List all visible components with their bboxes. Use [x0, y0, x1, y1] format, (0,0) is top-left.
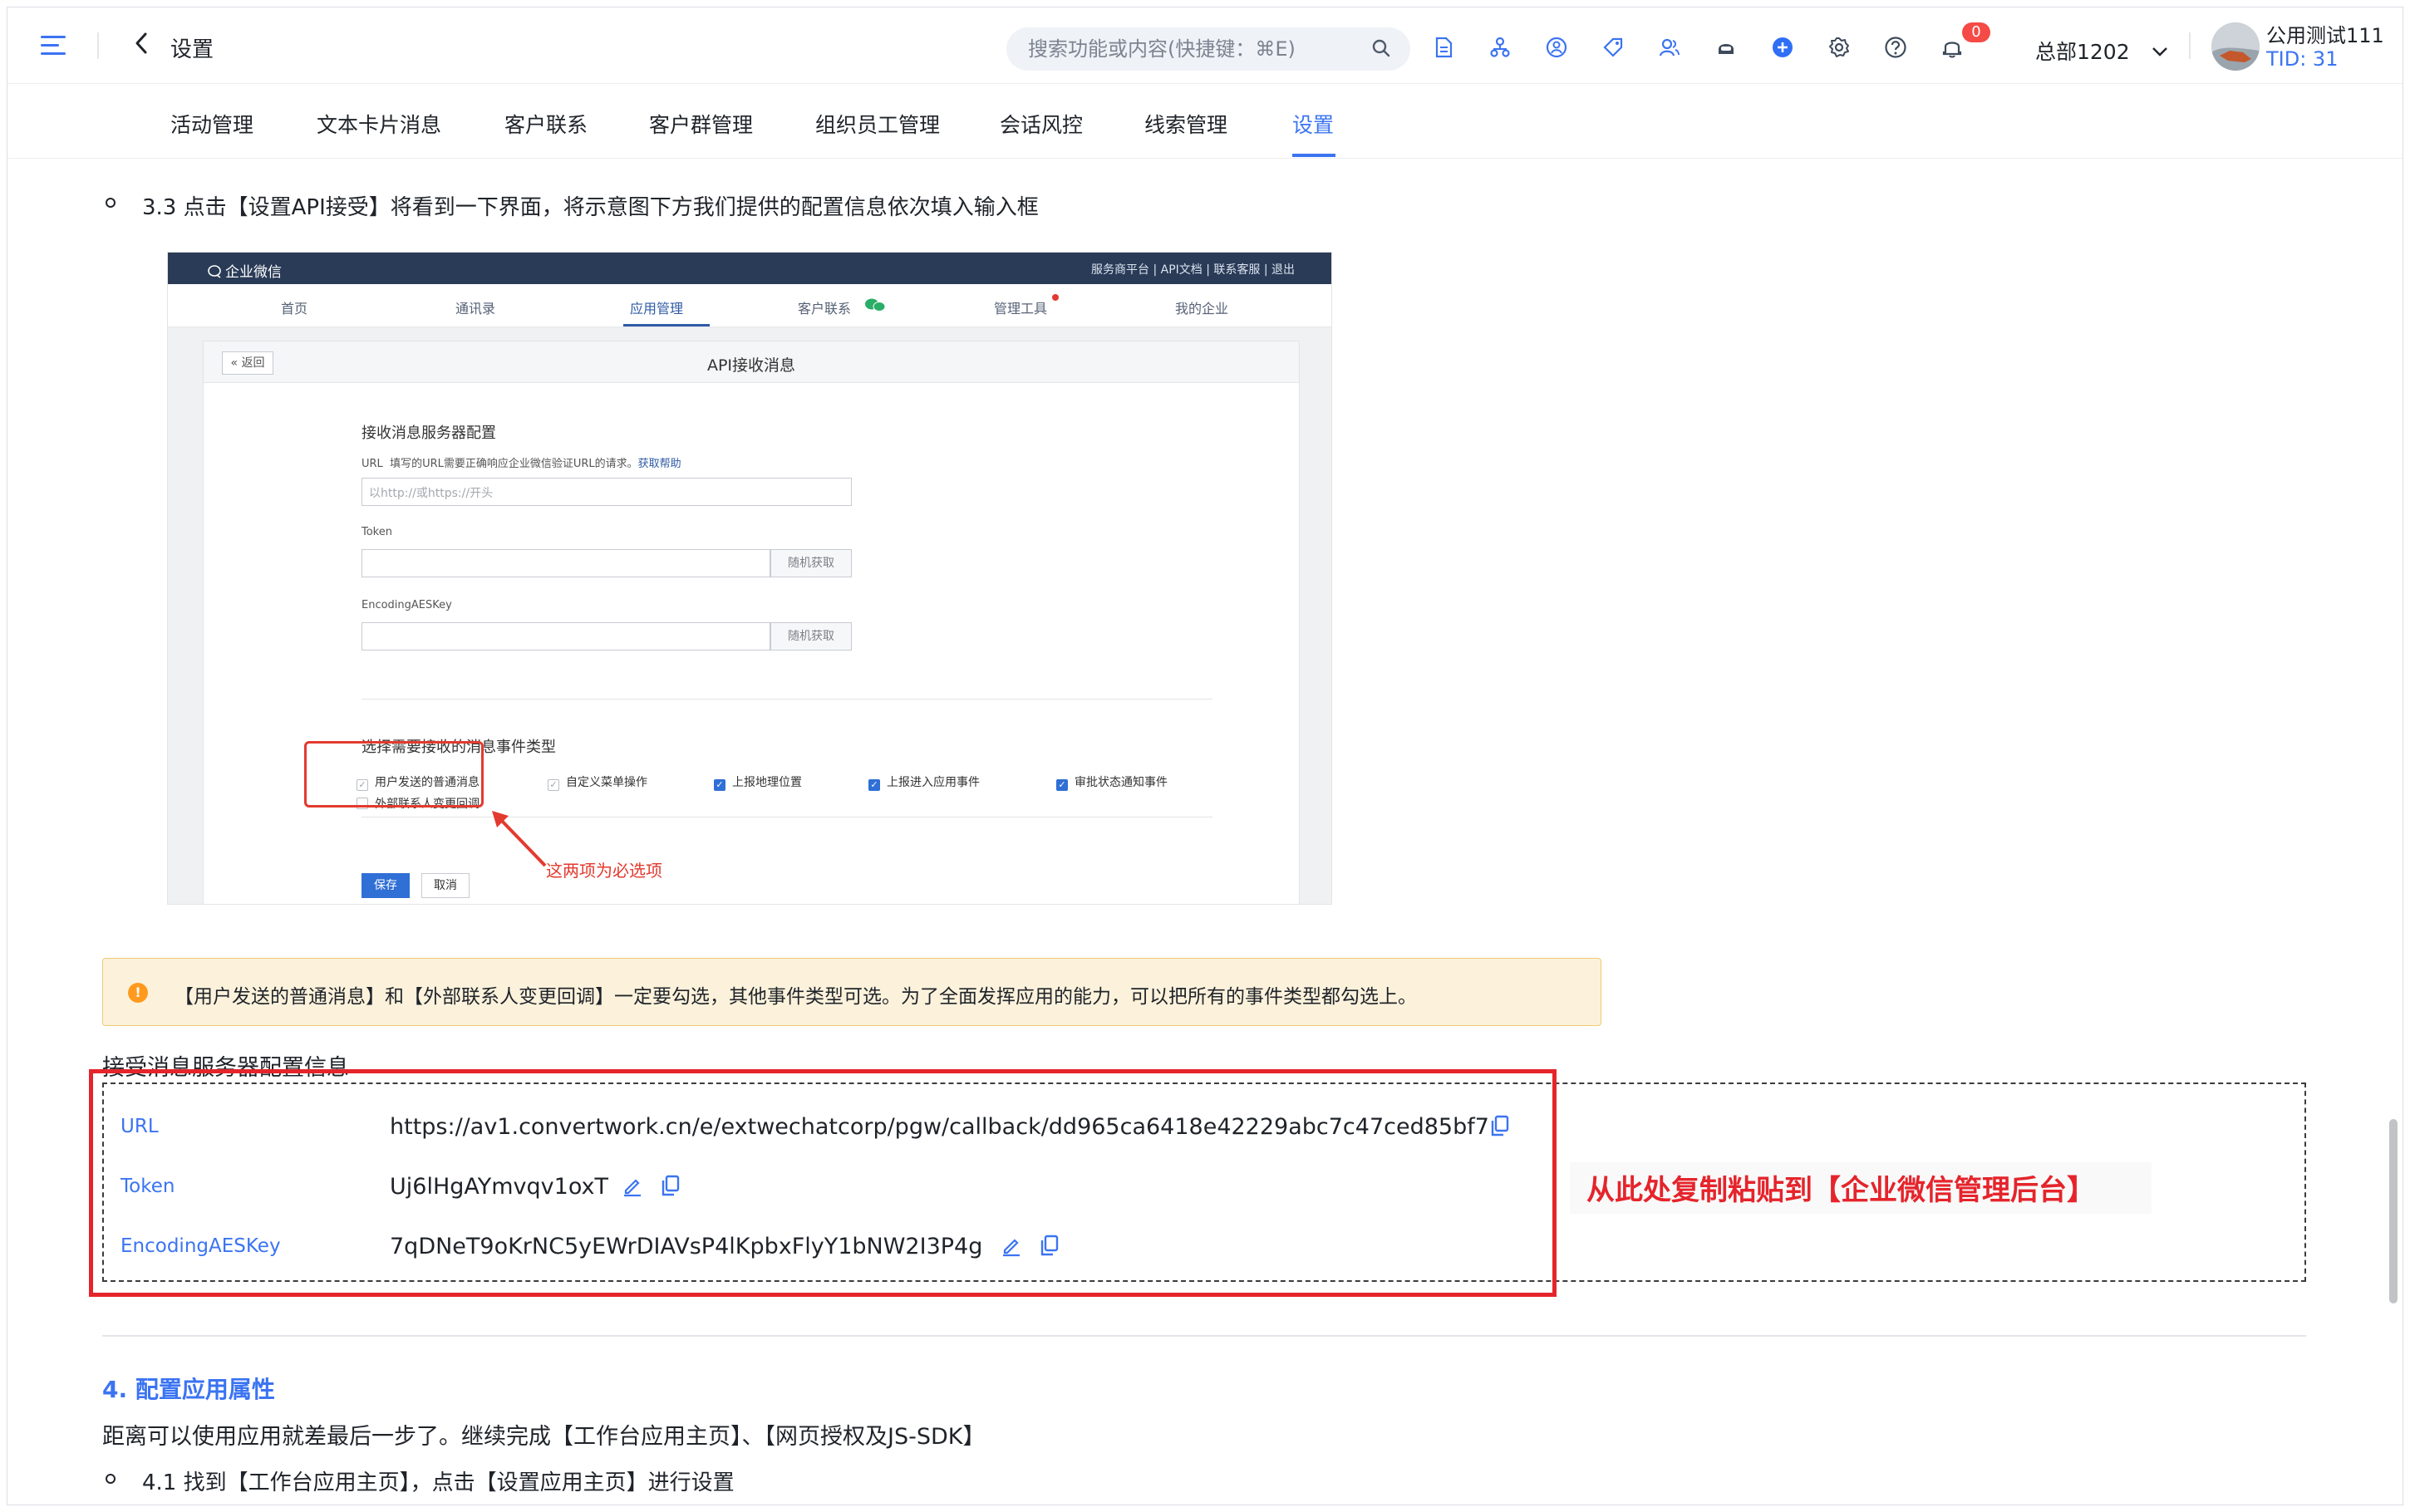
nav-item-risk-control[interactable]: 会话风控 — [1000, 109, 1083, 139]
config-token-value[interactable]: Uj6lHgAYmvqv1oxT — [390, 1174, 608, 1200]
divider — [2189, 32, 2191, 59]
notification-badge: 0 — [1962, 22, 1990, 42]
config-aes-label: EncodingAESKey — [120, 1235, 281, 1257]
edit-icon[interactable] — [621, 1174, 644, 1197]
copy-icon[interactable] — [1038, 1234, 1061, 1257]
tag-icon[interactable] — [1601, 36, 1625, 59]
plus-circle-icon[interactable] — [1771, 36, 1794, 59]
account-info[interactable]: 公用测试111 TID: 31 — [2266, 24, 2384, 71]
wework-server-config-title: 接收消息服务器配置 — [362, 425, 496, 442]
wework-active-indicator — [623, 324, 710, 326]
wework-event-checkbox: ✓ 审批状态通知事件 — [1056, 773, 1168, 791]
step-4-1-text: 4.1 找到【工作台应用主页】，点击【设置应用主页】进行设置 — [142, 1470, 735, 1495]
wework-url-label: URL 填写的URL需要正确响应企业微信验证URL的请求。获取帮助 — [362, 458, 681, 470]
org-icon[interactable] — [1488, 36, 1512, 59]
section-4-text: 距离可以使用应用就差最后一步了。继续完成【工作台应用主页】、【网页授权及JS-S… — [102, 1424, 986, 1450]
wechat-icon — [865, 298, 886, 312]
edit-icon[interactable] — [1000, 1234, 1023, 1257]
nav-item-settings[interactable]: 设置 — [1292, 109, 1334, 139]
arrow-icon — [492, 811, 547, 867]
nav-item-leads[interactable]: 线索管理 — [1144, 109, 1227, 139]
scrollbar[interactable] — [2389, 1119, 2398, 1303]
wework-save-button: 保存 — [362, 873, 410, 898]
wework-screenshot: 企业微信 服务商平台 | API文档 | 联系客服 | 退出 首页 通讯录 应用… — [167, 252, 1332, 905]
menu-icon[interactable] — [41, 34, 69, 57]
list-bullet — [106, 1474, 116, 1484]
nav-item-text-card[interactable]: 文本卡片消息 — [317, 109, 441, 139]
avatar[interactable] — [2211, 22, 2260, 71]
search-icon[interactable] — [1372, 39, 1390, 57]
gear-icon[interactable] — [1827, 36, 1851, 59]
bell-icon[interactable] — [1940, 36, 1964, 59]
red-dot-icon — [1052, 294, 1059, 301]
org-name: 总部1202 — [2035, 40, 2130, 64]
config-aes-value[interactable]: 7qDNeT9oKrNC5yEWrDIAVsP4lKpbxFlyY1bNW2I3… — [390, 1234, 982, 1259]
org-switcher[interactable]: 总部1202 — [2035, 36, 2168, 66]
copy-icon[interactable] — [1488, 1114, 1512, 1137]
divider — [97, 32, 99, 59]
wework-card-title: API接收消息 — [706, 356, 796, 375]
wework-token-input — [362, 549, 770, 577]
wework-nav: 首页 通讯录 应用管理 客户联系 管理工具 我的企业 — [168, 284, 1331, 327]
copy-callout: 从此处复制粘贴到【企业微信管理后台】 — [1586, 1174, 2095, 1207]
wework-logo: 企业微信 — [208, 260, 282, 281]
section-4-title: 4. 配置应用属性 — [102, 1376, 275, 1403]
account-name: 公用测试111 — [2266, 24, 2384, 47]
alert-text: 【用户发送的普通消息】和【外部联系人变更回调】一定要勾选，其他事件类型可选。为了… — [175, 986, 1417, 1008]
warning-icon: ! — [128, 983, 148, 1003]
wework-tab-enterprise: 我的企业 — [1175, 301, 1229, 317]
divider — [102, 1335, 2306, 1337]
required-note: 这两项为必选项 — [546, 861, 662, 881]
wework-tab-apps: 应用管理 — [630, 301, 684, 317]
wework-event-checkbox: ✓ 上报进入应用事件 — [868, 773, 980, 791]
wework-tab-tools: 管理工具 — [994, 301, 1048, 317]
required-highlight-box — [304, 741, 484, 808]
robot-icon[interactable] — [1714, 36, 1738, 59]
chevron-down-icon — [2152, 47, 2167, 56]
search-input[interactable] — [1028, 34, 1360, 64]
wework-event-checkbox: ✓ 上报地理位置 — [714, 773, 802, 791]
active-tab-indicator — [1292, 154, 1335, 157]
copy-highlight-box — [89, 1069, 1557, 1297]
wework-url-input: 以http://或https://开头 — [362, 478, 852, 506]
wework-top-links: 服务商平台 | API文档 | 联系客服 | 退出 — [1091, 263, 1295, 277]
wework-token-random-button: 随机获取 — [770, 549, 852, 577]
config-token-label: Token — [120, 1176, 175, 1197]
back-icon[interactable] — [132, 31, 150, 62]
file-icon[interactable] — [1432, 36, 1455, 59]
config-url-label: URL — [120, 1116, 159, 1137]
copy-icon[interactable] — [659, 1174, 682, 1197]
page-title: 设置 — [170, 37, 214, 62]
wework-api-card: « 返回 API接收消息 接收消息服务器配置 URL 填写的URL需要正确响应企… — [203, 341, 1300, 904]
wework-aeskey-label: EncodingAESKey — [362, 599, 452, 611]
wework-token-label: Token — [362, 526, 392, 538]
nav-item-activity[interactable]: 活动管理 — [170, 109, 253, 139]
wework-header: 企业微信 服务商平台 | API文档 | 联系客服 | 退出 — [168, 253, 1331, 284]
wework-tab-contacts: 通讯录 — [455, 301, 496, 317]
top-bar: 设置 0 总部1202 公用测试111 TID: 31 — [7, 7, 2403, 84]
app-window: 设置 0 总部1202 公用测试111 TID: 31 活动管理 文 — [7, 7, 2403, 1505]
wework-aeskey-random-button: 随机获取 — [770, 622, 852, 650]
compass-icon[interactable] — [1545, 36, 1568, 59]
list-bullet — [106, 198, 116, 208]
divider — [362, 699, 1212, 700]
doc-content: 3.3 点击【设置API接受】将看到一下界面，将示意图下方我们提供的配置信息依次… — [7, 159, 2403, 1505]
wework-cancel-button: 取消 — [421, 873, 470, 898]
nav-item-org-staff[interactable]: 组织员工管理 — [815, 109, 940, 139]
wework-tab-home: 首页 — [281, 301, 308, 317]
main-nav: 活动管理 文本卡片消息 客户联系 客户群管理 组织员工管理 会话风控 线索管理 … — [7, 84, 2403, 159]
wework-tab-customer: 客户联系 — [798, 301, 852, 317]
search-box[interactable] — [1006, 27, 1410, 71]
warning-alert: ! 【用户发送的普通消息】和【外部联系人变更回调】一定要勾选，其他事件类型可选。… — [102, 958, 1601, 1026]
tenant-id: TID: 31 — [2266, 47, 2339, 71]
step-3-3-text: 3.3 点击【设置API接受】将看到一下界面，将示意图下方我们提供的配置信息依次… — [142, 195, 1039, 220]
nav-item-customer-contact[interactable]: 客户联系 — [504, 109, 588, 139]
users-icon[interactable] — [1658, 36, 1681, 59]
wework-card-header: « 返回 API接收消息 — [204, 341, 1299, 383]
wework-event-checkbox: ✓ 自定义菜单操作 — [548, 773, 647, 791]
config-url-value[interactable]: https://av1.convertwork.cn/e/extwechatco… — [390, 1114, 1489, 1140]
wework-aeskey-input — [362, 622, 770, 650]
nav-item-customer-group[interactable]: 客户群管理 — [649, 109, 753, 139]
help-icon[interactable] — [1884, 36, 1907, 59]
